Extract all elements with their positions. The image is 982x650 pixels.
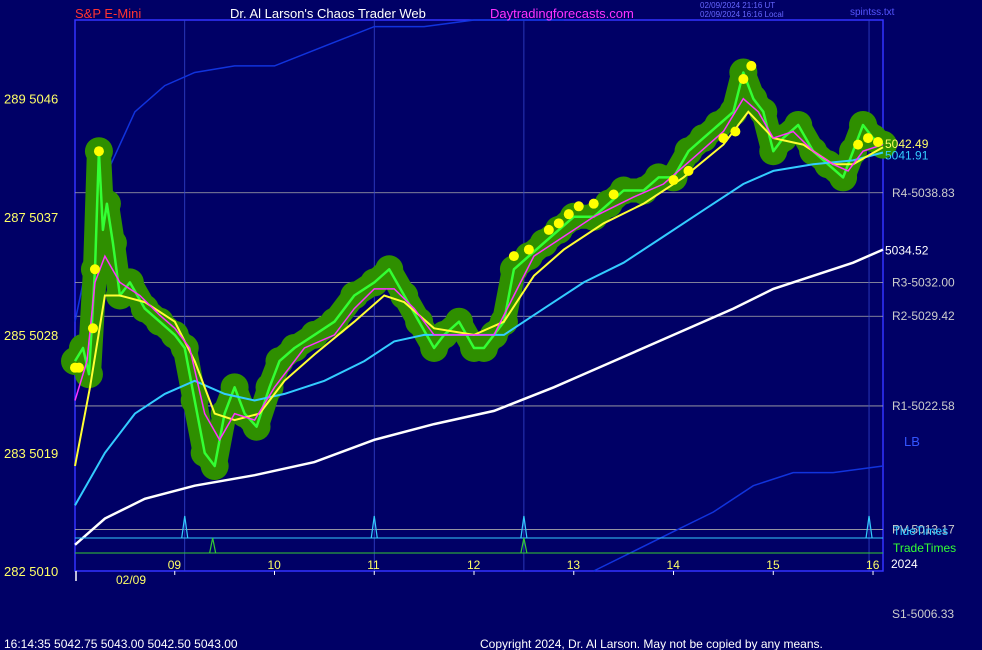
y-tick-label: 283 5019 xyxy=(4,446,58,461)
local-stamp: 02/09/2024 16:16 Local xyxy=(700,10,784,19)
signal-dot xyxy=(863,133,874,144)
x-tick-label: 09 xyxy=(168,558,182,572)
signal-dot xyxy=(718,133,729,144)
pivot-level-label: R2-5029.42 xyxy=(892,309,955,323)
lower-band-label: LB xyxy=(904,434,920,449)
lower-band-line xyxy=(593,465,884,572)
signal-dot xyxy=(93,146,104,157)
trade-time-spike xyxy=(209,537,217,554)
x-tick-label: 12 xyxy=(467,558,481,572)
signal-dot xyxy=(683,165,694,176)
signal-dot xyxy=(668,175,679,186)
signal-dot xyxy=(573,201,584,212)
signal-dot xyxy=(508,251,519,262)
signal-dot xyxy=(873,137,884,148)
signal-dot xyxy=(563,209,574,220)
symbol-label: S&P E-Mini xyxy=(75,6,141,21)
utc-stamp: 02/09/2024 21:16 UT xyxy=(700,1,775,10)
year-label: 2024 xyxy=(891,557,918,571)
signal-dot xyxy=(89,264,100,275)
signal-dot xyxy=(553,218,564,229)
signal-dot xyxy=(588,198,599,209)
copyright-notice: Copyright 2024, Dr. Al Larson. May not b… xyxy=(480,637,823,650)
signal-dot xyxy=(746,60,757,71)
x-tick-label: 11 xyxy=(367,558,380,572)
site-link[interactable]: Daytradingforecasts.com xyxy=(490,6,634,21)
signal-dot xyxy=(730,126,741,137)
signal-dot xyxy=(738,74,749,85)
date-label: 02/09 xyxy=(116,573,146,587)
last-value-label: 5034.52 xyxy=(885,243,929,257)
y-tick-label: 282 5010 xyxy=(4,564,58,579)
tide-times-label: TideTimes xyxy=(893,524,948,538)
x-tick-label: 16 xyxy=(866,558,880,572)
upper-band-line xyxy=(74,19,564,322)
y-tick-label: 289 5046 xyxy=(4,92,58,107)
title-label: Dr. Al Larson's Chaos Trader Web xyxy=(230,6,426,21)
pivot-level-label: R3-5032.00 xyxy=(892,275,955,289)
x-tick-label: 15 xyxy=(766,558,780,572)
signal-dot xyxy=(853,139,864,150)
trade-times-label: TradeTimes xyxy=(893,541,956,555)
y-tick-label: 285 5028 xyxy=(4,328,58,343)
x-tick-label: 13 xyxy=(567,558,581,572)
signal-dot xyxy=(608,189,619,200)
chart-window: R4-5038.83 R3-5032.00 R2-5029.42 R1-5022.58… xyxy=(0,0,982,650)
signal-dot xyxy=(87,323,98,334)
x-tick-label: 14 xyxy=(667,558,681,572)
data-file-label: spintss.txt xyxy=(850,7,895,18)
signal-dot xyxy=(543,224,554,235)
quote-readout: 16:14:35 5042.75 5043.00 5042.50 5043.00 xyxy=(4,637,238,650)
y-tick-label: 287 5037 xyxy=(4,210,58,225)
signal-dot xyxy=(523,244,534,255)
last-value-label: 5041.91 xyxy=(885,148,929,162)
x-tick-label: 10 xyxy=(268,558,282,572)
signal-dot xyxy=(73,362,84,373)
price-chart: R4-5038.83 R3-5032.00 R2-5029.42 R1-5022.58… xyxy=(4,1,956,650)
pivot-level-label: R4-5038.83 xyxy=(892,186,955,200)
pivot-level-label: S1-5006.33 xyxy=(892,607,954,621)
pivot-level-label: R1-5022.58 xyxy=(892,399,955,413)
